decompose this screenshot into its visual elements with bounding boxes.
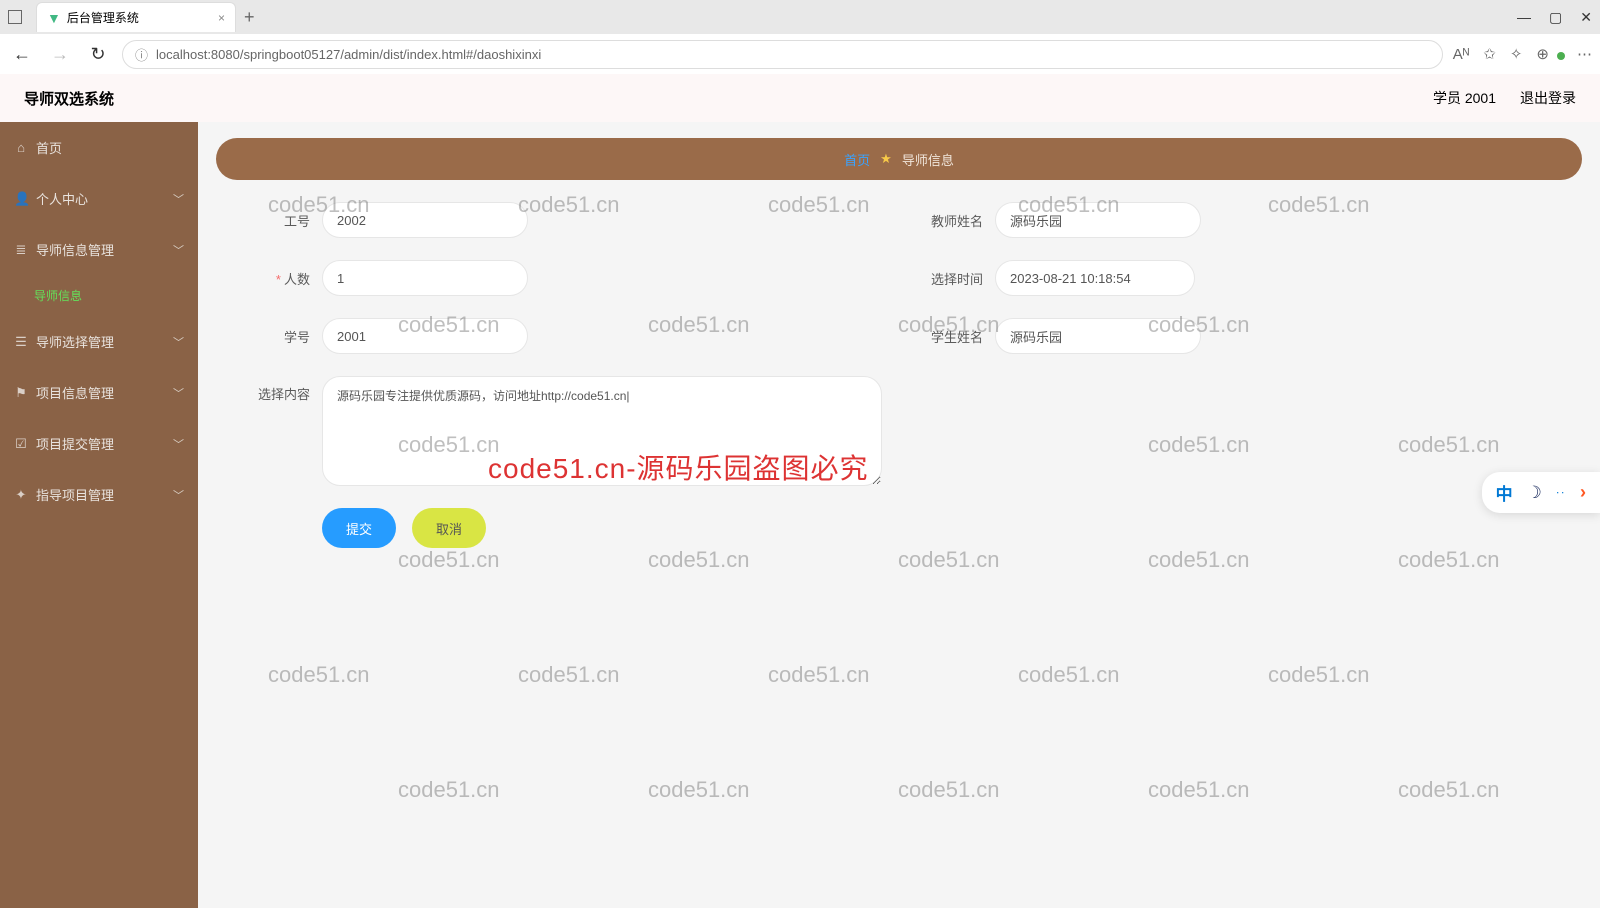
chevron-down-icon: ﹀ [173, 385, 184, 401]
watermark: code51.cn [398, 777, 500, 803]
favicon-vue-icon: ▼ [47, 10, 61, 26]
chevron-down-icon: ﹀ [173, 242, 184, 258]
sidebar-item-label: 项目信息管理 [36, 383, 114, 402]
sidebar-item-label: 项目提交管理 [36, 434, 114, 453]
back-button[interactable]: ← [8, 44, 36, 65]
sidebar-item-tutor-info[interactable]: ≣ 导师信息管理 ﹀ [0, 224, 198, 275]
sidebar-item-label: 导师选择管理 [36, 332, 114, 351]
submit-button[interactable]: 提交 [322, 508, 396, 548]
breadcrumb: 首页 ★ 导师信息 [216, 138, 1582, 180]
user-icon: 👤 [14, 191, 28, 207]
browser-tab[interactable]: ▼ 后台管理系统 × [36, 2, 236, 32]
chevron-down-icon: ﹀ [173, 334, 184, 350]
user-label[interactable]: 学员 2001 [1433, 88, 1496, 108]
app-title: 导师双选系统 [24, 88, 114, 109]
input-xuanzeshijian[interactable] [995, 260, 1195, 296]
sidebar-item-tutor-select[interactable]: ☰ 导师选择管理 ﹀ [0, 316, 198, 367]
label-xueshengxingming: 学生姓名 [919, 327, 983, 346]
moon-icon[interactable]: ☽ [1527, 483, 1542, 503]
close-window-icon[interactable]: ✕ [1580, 9, 1592, 26]
input-jiaoshixingming[interactable] [995, 202, 1201, 238]
chevron-down-icon: ﹀ [173, 487, 184, 503]
list-icon: ≣ [14, 242, 28, 258]
sidebar-item-profile[interactable]: 👤 个人中心 ﹀ [0, 173, 198, 224]
check-icon: ☑ [14, 436, 28, 452]
cancel-button[interactable]: 取消 [412, 508, 486, 548]
watermark: code51.cn [898, 777, 1000, 803]
label-jiaoshixingming: 教师姓名 [919, 211, 983, 230]
url-input[interactable]: ⓘ localhost:8080/springboot05127/admin/d… [122, 40, 1443, 69]
forward-button: → [46, 44, 74, 65]
input-gonghao[interactable] [322, 202, 528, 238]
maximize-icon[interactable]: ▢ [1549, 9, 1562, 26]
label-gonghao: 工号 [246, 211, 310, 230]
tab-title: 后台管理系统 [67, 9, 139, 26]
watermark: code51.cn [1398, 777, 1500, 803]
label-xuanzeshijian: 选择时间 [919, 269, 983, 288]
watermark: code51.cn [898, 547, 1000, 573]
home-icon: ⌂ [14, 140, 28, 155]
label-xuanzeneirong: 选择内容 [246, 376, 310, 403]
breadcrumb-current[interactable]: 导师信息 [902, 150, 954, 169]
read-aloud-icon[interactable]: Aᴺ [1453, 46, 1469, 63]
label-renshu: *人数 [246, 269, 310, 288]
watermark: code51.cn [1148, 777, 1250, 803]
watermark: code51.cn [518, 662, 620, 688]
sidebar-item-home[interactable]: ⌂ 首页 [0, 122, 198, 173]
collections-icon[interactable]: ⊕ [1536, 45, 1549, 63]
watermark: code51.cn [268, 662, 370, 688]
chevron-down-icon: ﹀ [173, 191, 184, 207]
favorites-icon[interactable]: ✩ [1483, 45, 1496, 63]
sidebar-toggle-icon[interactable] [8, 10, 22, 24]
ime-expand-icon[interactable]: › [1580, 482, 1586, 503]
sidebar: ⌂ 首页 👤 个人中心 ﹀ ≣ 导师信息管理 ﹀ 导师信息 ☰ 导师选择管理 ﹀ ⚑ 项目… [0, 122, 198, 908]
tab-close-icon[interactable]: × [218, 11, 225, 25]
sidebar-item-label: 导师信息管理 [36, 240, 114, 259]
minimize-icon[interactable]: — [1517, 9, 1531, 26]
input-xueshengxingming[interactable] [995, 318, 1201, 354]
sidebar-item-label: 首页 [36, 138, 62, 157]
sidebar-item-project-submit[interactable]: ☑ 项目提交管理 ﹀ [0, 418, 198, 469]
address-bar: ← → ↻ ⓘ localhost:8080/springboot05127/a… [0, 34, 1600, 74]
form: 工号 教师姓名 *人数 选择时间 [216, 202, 1582, 548]
star-icon: ★ [880, 151, 892, 167]
textarea-xuanzeneirong[interactable] [322, 376, 882, 486]
refresh-button[interactable]: ↻ [84, 44, 112, 65]
app-header: 导师双选系统 学员 2001 退出登录 [0, 74, 1600, 122]
bars-icon: ☰ [14, 334, 28, 350]
main-content: 首页 ★ 导师信息 工号 教师姓名 *人数 [198, 122, 1600, 908]
watermark: code51.cn [648, 777, 750, 803]
sidebar-item-label: 指导项目管理 [36, 485, 114, 504]
watermark: code51.cn [1268, 662, 1370, 688]
sidebar-subitem-tutor-info[interactable]: 导师信息 [0, 275, 198, 316]
flag-icon: ⚑ [14, 385, 28, 401]
new-tab-button[interactable]: + [244, 7, 255, 28]
breadcrumb-home[interactable]: 首页 [844, 150, 870, 169]
ime-lang-icon[interactable]: 中 [1496, 480, 1513, 505]
input-renshu[interactable] [322, 260, 528, 296]
watermark: code51.cn [1148, 547, 1250, 573]
more-icon[interactable]: ⋯ [1577, 45, 1592, 63]
site-info-icon[interactable]: ⓘ [135, 45, 148, 64]
window-titlebar: ▼ 后台管理系统 × + — ▢ ✕ [0, 0, 1600, 34]
chevron-down-icon: ﹀ [173, 436, 184, 452]
star-icon: ✦ [14, 487, 28, 503]
sidebar-item-guide-project[interactable]: ✦ 指导项目管理 ﹀ [0, 469, 198, 520]
reading-list-icon[interactable]: ✧ [1510, 45, 1523, 63]
label-xuehao: 学号 [246, 327, 310, 346]
watermark: code51.cn [768, 662, 870, 688]
ime-more-icon[interactable]: ᐧᐧ [1556, 486, 1566, 500]
watermark: code51.cn [1398, 547, 1500, 573]
watermark: code51.cn [398, 547, 500, 573]
input-xuehao[interactable] [322, 318, 528, 354]
url-text: localhost:8080/springboot05127/admin/dis… [156, 47, 541, 62]
watermark: code51.cn [648, 547, 750, 573]
logout-link[interactable]: 退出登录 [1520, 88, 1576, 108]
watermark: code51.cn [1018, 662, 1120, 688]
ime-widget[interactable]: 中 ☽ ᐧᐧ › [1482, 472, 1600, 513]
sidebar-item-label: 个人中心 [36, 189, 88, 208]
sidebar-item-project-info[interactable]: ⚑ 项目信息管理 ﹀ [0, 367, 198, 418]
